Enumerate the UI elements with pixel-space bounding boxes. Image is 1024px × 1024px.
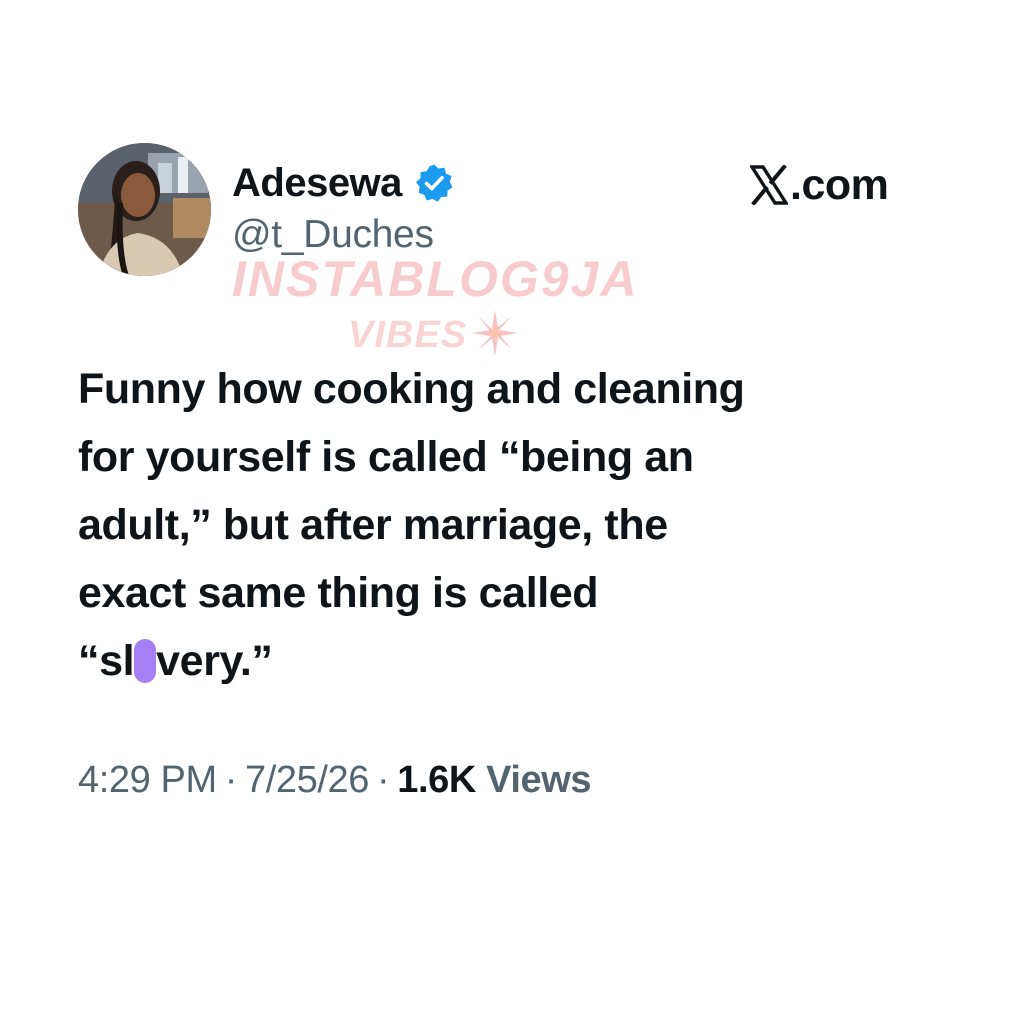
tweet-last-after: very.” [156,637,273,685]
tweet-last-before: “sl [78,637,135,685]
source-label: .com [750,160,889,210]
tweet-line: adult,” but after marriage, the [78,501,668,549]
tweet-text: Funny how cooking and cleaning for yours… [78,355,958,695]
redaction-mark [134,639,157,683]
watermark-tagline: VIBES [348,314,468,356]
meta-separator: · [376,759,390,801]
verified-badge-icon [415,164,453,202]
views-count: 1.6K [397,759,476,801]
tweet-date[interactable]: 7/25/26 [245,759,369,801]
tweet-line-last: “sl very.” [78,627,958,695]
watermark-brand: INSTABLOG9JA [232,251,639,307]
author-name-row: Adesewa [232,158,454,208]
tweet-meta: 4:29 PM · 7/25/26 · 1.6K Views [78,755,592,805]
tweet-line: for yourself is called “being an [78,433,694,481]
tweet-line: exact same thing is called [78,569,599,617]
x-logo-icon [750,165,788,205]
views-label: Views [486,759,592,801]
sparkle-icon [472,310,518,356]
tweet-time[interactable]: 4:29 PM [78,759,217,801]
author-display-name[interactable]: Adesewa [232,163,402,203]
tweet-card: Adesewa @t_Duches .com INSTABLOG9JA VIBE… [0,0,1024,1024]
watermark: INSTABLOG9JA VIBES [232,250,636,370]
avatar-photo [78,143,211,276]
source-site-label: .com [790,160,889,209]
author-handle[interactable]: @t_Duches [232,213,434,257]
tweet-line: Funny how cooking and cleaning [78,365,745,413]
avatar[interactable] [78,143,211,276]
meta-separator: · [224,759,238,801]
